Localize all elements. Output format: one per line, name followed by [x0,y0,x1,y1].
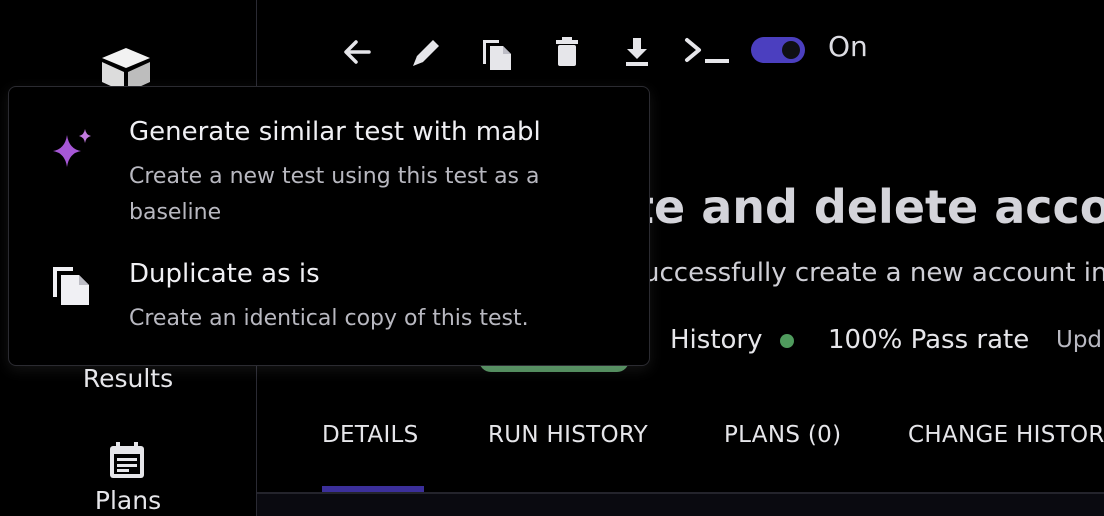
history-status-dot [780,334,794,348]
content-panel [257,494,1104,516]
sidebar-item-plans[interactable]: Plans [0,486,256,515]
sidebar-item-results[interactable]: Results [0,364,256,393]
copy-icon[interactable] [477,32,517,72]
tab-bar: DETAILS RUN HISTORY PLANS (0) CHANGE HIS… [257,410,1104,494]
copy-icon [53,267,89,305]
terminal-icon[interactable] [683,32,733,72]
history-label[interactable]: History [670,325,763,355]
menu-item-description-line: Create a new test using this test as a [129,164,540,189]
tab-details[interactable]: DETAILS [322,422,419,448]
toggle-state-label: On [828,30,868,63]
menu-item-description: Create a new test using this test as a b… [129,159,609,231]
menu-item-description-line: baseline [129,200,222,225]
pass-rate: 100% Pass rate [828,325,1030,355]
menu-item-label: Duplicate as is [129,259,320,289]
sparkle-ai-icon [53,129,91,167]
tab-run-history[interactable]: RUN HISTORY [488,422,648,448]
toggle-knob [782,41,800,59]
duplicate-menu: Generate similar test with mabl Create a… [8,86,650,366]
app-logo-icon [102,48,150,92]
toolbar [257,20,1104,80]
sidebar-item-label: Plans [94,486,162,515]
edit-pencil-icon[interactable] [407,32,447,72]
tab-change-history[interactable]: CHANGE HISTOR [908,422,1104,448]
sidebar-item-label: Results [82,364,174,393]
menu-item-duplicate-as-is[interactable]: Duplicate as is Create an identical copy… [9,237,649,365]
menu-item-label: Generate similar test with mabl [129,117,541,147]
calendar-icon [110,442,144,478]
download-icon[interactable] [617,32,657,72]
updated-timestamp: Upd [1056,327,1103,353]
tab-plans[interactable]: PLANS (0) [724,422,841,448]
delete-icon[interactable] [547,32,587,72]
menu-item-description: Create an identical copy of this test. [129,306,529,331]
back-arrow-icon[interactable] [337,32,377,72]
page-title: te and delete accou [632,180,1104,234]
test-description: uccessfully create a new account in [643,258,1104,288]
menu-item-generate-similar[interactable]: Generate similar test with mabl Create a… [9,87,649,237]
active-toggle[interactable] [751,37,805,63]
